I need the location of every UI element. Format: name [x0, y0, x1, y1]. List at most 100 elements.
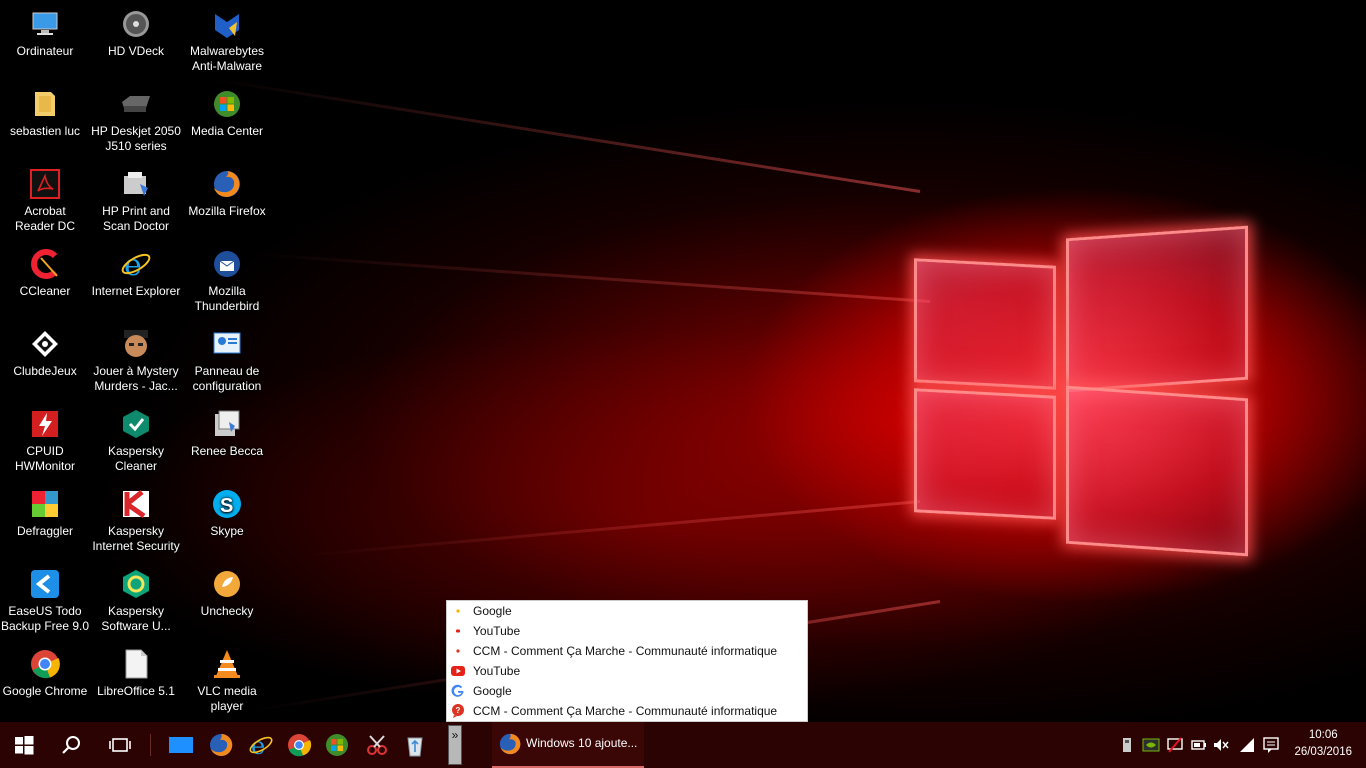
action-center-icon[interactable]: [1262, 736, 1280, 754]
control-panel-icon: [211, 328, 243, 360]
desktop-shortcut[interactable]: HP Deskjet 2050 J510 series: [91, 88, 181, 154]
wifi-icon[interactable]: [1238, 736, 1256, 754]
hp-scan-doctor-icon: [120, 168, 152, 200]
desktop-shortcut[interactable]: Kaspersky Cleaner: [91, 408, 181, 474]
desktop-shortcut[interactable]: Panneau de configuration: [182, 328, 272, 394]
svg-text:S: S: [220, 495, 233, 517]
desktop-shortcut[interactable]: Ordinateur: [0, 8, 90, 59]
jumplist-item[interactable]: Google: [447, 681, 807, 701]
jumplist-item[interactable]: CCM - Comment Ça Marche - Communauté inf…: [447, 641, 807, 661]
vlc-icon: [211, 648, 243, 680]
desktop-shortcut[interactable]: ClubdeJeux: [0, 328, 90, 379]
renee-becca-icon: [211, 408, 243, 440]
desktop-shortcut[interactable]: Mozilla Firefox: [182, 168, 272, 219]
volume-muted-icon[interactable]: [1212, 736, 1230, 754]
computer-icon: [29, 8, 61, 40]
desktop-shortcut[interactable]: Kaspersky Software U...: [91, 568, 181, 634]
network-warning-icon[interactable]: [1166, 736, 1184, 754]
google-small-icon: [451, 604, 465, 618]
desktop-shortcut[interactable]: Unchecky: [182, 568, 272, 619]
taskbar-media-center[interactable]: [318, 722, 356, 768]
taskbar-recycle-bin[interactable]: [396, 722, 434, 768]
taskbar: e » Windows 10 ajoute... 10:06 26/03/201…: [0, 722, 1366, 768]
desktop-shortcut[interactable]: EaseUS Todo Backup Free 9.0: [0, 568, 90, 634]
libreoffice-icon: [120, 648, 152, 680]
usb-device-icon[interactable]: [1118, 736, 1136, 754]
desktop-shortcut[interactable]: Renee Becca: [182, 408, 272, 459]
jumplist-item-label: YouTube: [473, 664, 521, 678]
system-clock[interactable]: 10:06 26/03/2016: [1294, 727, 1352, 761]
task-view-icon: [109, 738, 131, 752]
unchecky-icon: [211, 568, 243, 600]
printer-icon: [120, 88, 152, 120]
desktop-shortcut-label: Defraggler: [16, 524, 74, 538]
clock-time: 10:06: [1308, 729, 1338, 741]
search-button[interactable]: [50, 722, 94, 768]
desktop-shortcut[interactable]: Malwarebytes Anti-Malware: [182, 8, 272, 74]
toolbar-overflow-button[interactable]: »: [448, 725, 462, 765]
youtube-icon: [451, 664, 465, 678]
svg-text:?: ?: [456, 706, 461, 715]
taskbar-chrome[interactable]: [280, 722, 318, 768]
snipping-tool-icon: [367, 735, 387, 755]
desktop-shortcut[interactable]: Defraggler: [0, 488, 90, 539]
desktop-shortcut-label: VLC media player: [197, 684, 257, 713]
jumplist-item-label: Google: [473, 684, 512, 698]
desktop-shortcut-label: Google Chrome: [2, 684, 88, 698]
desktop-shortcut[interactable]: e Internet Explorer: [91, 248, 181, 299]
battery-icon[interactable]: [1190, 736, 1208, 754]
jumplist-item[interactable]: ? CCM - Comment Ça Marche - Communauté in…: [447, 701, 807, 721]
user-folder-icon: [29, 88, 61, 120]
desktop-shortcut-label: Malwarebytes Anti-Malware: [189, 44, 265, 73]
desktop-shortcut-label: Media Center: [190, 124, 264, 138]
desktop-shortcut-label: Ordinateur: [16, 44, 74, 58]
desktop-shortcut[interactable]: S Skype: [182, 488, 272, 539]
ccm-small-icon: [451, 644, 465, 658]
desktop-shortcut[interactable]: Jouer à Mystery Murders - Jac...: [91, 328, 181, 394]
taskbar-desktop-button[interactable]: [162, 722, 200, 768]
desktop-shortcut[interactable]: LibreOffice 5.1: [91, 648, 181, 699]
desktop-shortcut[interactable]: Kaspersky Internet Security: [91, 488, 181, 554]
desktop-shortcut-label: CCleaner: [19, 284, 71, 298]
internet-explorer-icon: e: [120, 248, 152, 283]
jumplist-item[interactable]: YouTube: [447, 621, 807, 641]
desktop-shortcut-label: Mozilla Firefox: [188, 204, 266, 218]
desktop-shortcut[interactable]: Acrobat Reader DC: [0, 168, 90, 234]
desktop-shortcut[interactable]: CPUID HWMonitor: [0, 408, 90, 474]
taskbar-active-firefox-window[interactable]: Windows 10 ajoute...: [492, 722, 644, 768]
jumplist-item[interactable]: YouTube: [447, 661, 807, 681]
taskbar-internet-explorer[interactable]: e: [242, 722, 280, 768]
defraggler-icon: [29, 488, 61, 520]
google-icon: [451, 684, 465, 698]
desktop-shortcut[interactable]: Mozilla Thunderbird: [182, 248, 272, 314]
desktop-shortcut-label: Panneau de configuration: [192, 364, 262, 393]
task-view-button[interactable]: [98, 722, 142, 768]
desktop-shortcut[interactable]: VLC media player: [182, 648, 272, 714]
kaspersky-internet-security-icon: [120, 488, 152, 520]
desktop-shortcut[interactable]: Google Chrome: [0, 648, 90, 699]
desktop-shortcut[interactable]: CCleaner: [0, 248, 90, 299]
recycle-bin-icon: [407, 737, 423, 757]
desktop-shortcut-label: LibreOffice 5.1: [97, 684, 175, 698]
desktop-shortcut[interactable]: sebastien luc: [0, 88, 90, 139]
overflow-chevron-icon: »: [451, 728, 459, 742]
media-center-icon: [326, 734, 348, 756]
jumplist-item[interactable]: Google: [447, 601, 807, 621]
start-button[interactable]: [0, 722, 48, 768]
desktop-shortcut-label: Unchecky: [200, 604, 254, 618]
desktop-shortcut-label: Jouer à Mystery Murders - Jac...: [93, 364, 179, 393]
desktop-shortcut[interactable]: Media Center: [182, 88, 272, 139]
taskbar-snipping-tool[interactable]: [358, 722, 396, 768]
desktop-shortcut[interactable]: HP Print and Scan Doctor: [91, 168, 181, 234]
acrobat-icon: [29, 168, 61, 200]
nvidia-icon[interactable]: [1142, 736, 1160, 754]
desktop-shortcut-label: Internet Explorer: [91, 284, 181, 298]
desktop-icon: [169, 737, 193, 753]
desktop-shortcut-label: CPUID HWMonitor: [14, 444, 75, 473]
jumplist-item-label: Google: [473, 604, 512, 618]
desktop-shortcut-label: sebastien luc: [9, 124, 81, 138]
clubdejeux-icon: [29, 328, 61, 360]
taskbar-firefox[interactable]: [202, 722, 240, 768]
desktop-shortcut[interactable]: HD VDeck: [91, 8, 181, 59]
desktop-shortcut-label: EaseUS Todo Backup Free 9.0: [0, 604, 90, 633]
